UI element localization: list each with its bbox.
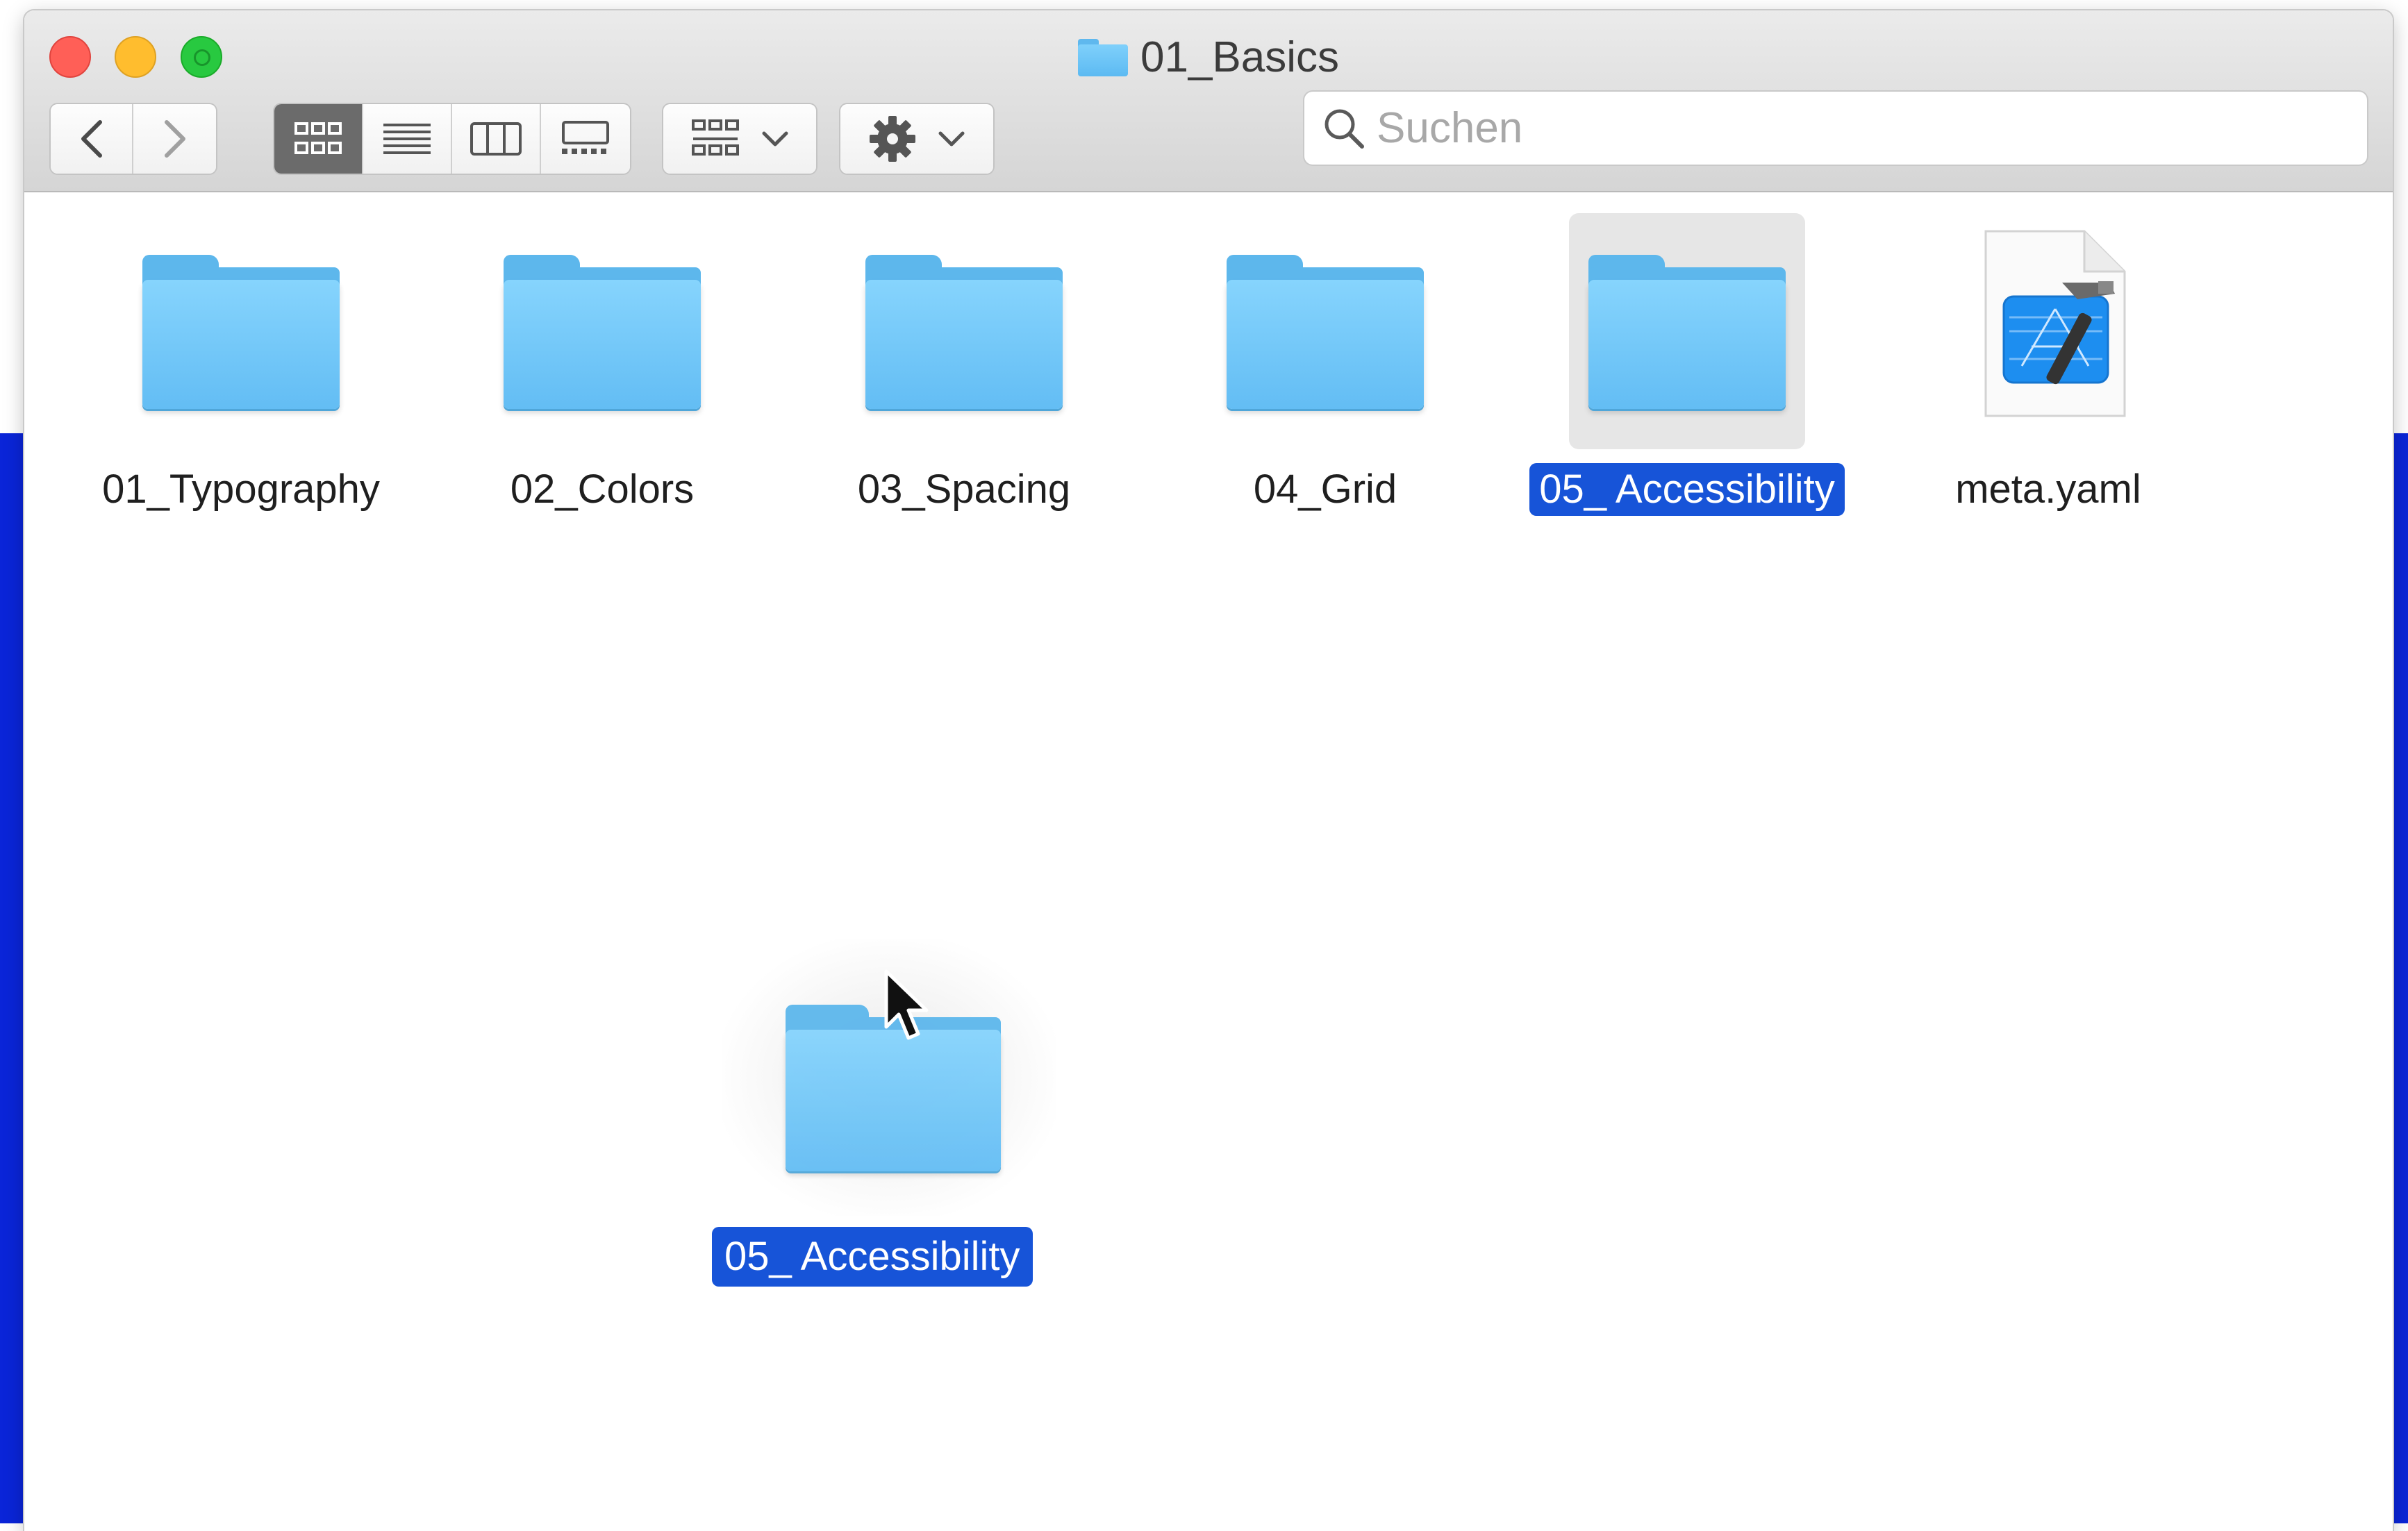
title-bar: 01_Basics [24,10,2393,192]
gallery-view-button[interactable] [541,104,630,174]
folder-item[interactable]: 02_Colors [422,213,783,516]
mouse-cursor-icon [884,969,929,1040]
arrange-menu-button[interactable] [663,104,816,174]
search-input[interactable] [1375,103,2336,153]
navigation-buttons [51,104,216,174]
search-icon [1320,104,1368,153]
forward-button[interactable] [133,104,216,174]
folder-icon [1077,39,1128,76]
column-view-icon [470,122,522,156]
folder-item-selected[interactable]: 05_ Accessibility [1506,213,1868,516]
xcode-document-icon [1984,230,2126,417]
item-label: meta.yaml [1955,467,2141,512]
chevron-right-icon [164,120,185,158]
chevron-down-icon [938,131,965,147]
view-mode-buttons [274,104,630,174]
file-browser-content: 01_Typography 02_Colors 03_Spacing 04_Gr… [24,192,2393,1531]
folder-item[interactable]: 01_Typography [60,213,422,516]
drag-label: 05_ Accessibility [712,1227,1033,1287]
item-label: 04_Grid [1253,467,1397,512]
folder-icon [142,255,340,409]
window-title-area: 01_Basics [24,30,2393,90]
gear-icon [870,116,915,162]
file-item[interactable]: meta.yaml [1868,213,2229,516]
search-field[interactable] [1304,92,2367,165]
item-label: 05_ Accessibility [1529,463,1845,516]
list-view-button[interactable] [363,104,452,174]
icon-view-button[interactable] [274,104,363,174]
folder-icon [865,255,1063,409]
action-menu-button[interactable] [840,104,993,174]
folder-icon [1588,255,1786,409]
list-view-icon [383,124,431,154]
item-label: 03_Spacing [857,467,1071,512]
item-label: 01_Typography [102,467,380,512]
back-button[interactable] [51,104,133,174]
folder-icon [1227,255,1424,409]
folder-item[interactable]: 03_Spacing [783,213,1145,516]
icon-view-icon [294,122,342,154]
item-label: 02_Colors [510,467,695,512]
folder-item[interactable]: 04_Grid [1145,213,1506,516]
finder-window: 01_Basics Suchen 01_Typography 02_Colors… [24,10,2393,1531]
chevron-down-icon [762,131,788,147]
desktop: 01_Basics Suchen 01_Typography 02_Colors… [0,0,2408,1531]
folder-icon [504,255,701,409]
column-view-button[interactable] [452,104,541,174]
chevron-left-icon [81,120,102,158]
gallery-view-icon [562,121,609,154]
action-button-group [840,104,993,174]
group-grid-icon [692,119,739,156]
window-title: 01_Basics [1140,33,1340,81]
arrange-button-group [663,104,816,174]
